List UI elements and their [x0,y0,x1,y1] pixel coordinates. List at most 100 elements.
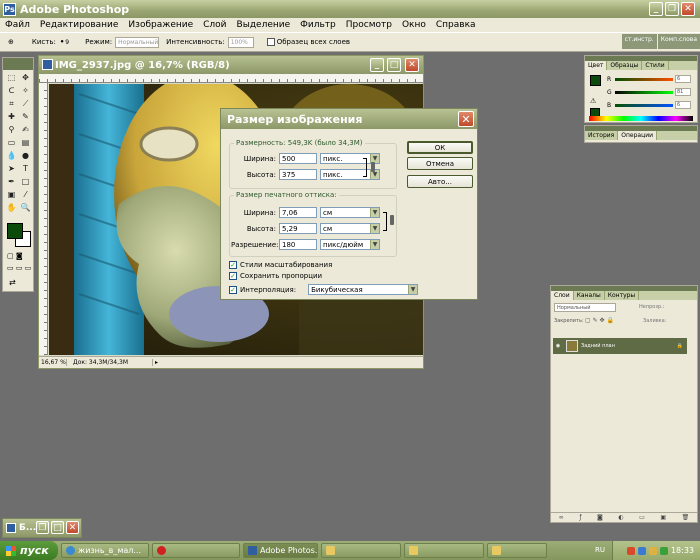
tab-actions[interactable]: Операции [618,131,657,140]
taskbar-item-photoshop[interactable]: Adobe Photos... [243,543,318,558]
clock[interactable]: 18:33 [671,546,694,555]
doc-height-input[interactable]: 5,29 [279,223,317,234]
doc-width-input[interactable]: 7,06 [279,207,317,218]
taskbar-item-folder-3[interactable] [487,543,547,558]
zoom-tool-icon[interactable]: 🔍 [19,202,32,214]
blue-slider[interactable] [615,103,673,107]
zoom-level[interactable]: 16,67 % [39,359,67,366]
menu-filter[interactable]: Фильтр [295,20,341,30]
screen-mode-icon[interactable]: ▭ ▭ ▭ [7,264,31,272]
healing-tool-icon[interactable]: ✚ [5,111,18,123]
auto-button[interactable]: Авто... [407,175,473,188]
minimize-icon[interactable]: _ [649,2,663,16]
tray-app-icon[interactable] [626,546,635,555]
intensity-input[interactable]: 100% [227,36,254,48]
style-icon[interactable]: ƒ [579,514,581,521]
tray-volume-icon[interactable] [648,546,657,555]
color-ramp[interactable] [589,116,693,121]
taskbar-item-folder-1[interactable] [321,543,401,558]
mode-select[interactable]: Нормальный [115,36,160,48]
menu-select[interactable]: Выделение [232,20,296,30]
tab-history[interactable]: История [585,131,619,140]
red-slider[interactable] [615,77,673,81]
gradient-tool-icon[interactable]: ▤ [19,137,32,149]
toolbox-header[interactable] [3,58,33,70]
doc-height-unit-select[interactable]: см ▼ [320,223,380,234]
document-maximize-icon[interactable]: □ [387,58,401,72]
constrain-proportions-checkbox[interactable]: ✓ [229,272,237,280]
resample-checkbox[interactable]: ✓ [229,285,237,294]
minimized-document[interactable]: Б... ❐ □ ✕ [2,518,82,538]
tab-swatches[interactable]: Образцы [607,61,643,70]
tab-color[interactable]: Цвет [585,61,608,70]
language-indicator[interactable]: RU [595,546,605,554]
menu-image[interactable]: Изображение [123,20,198,30]
foreground-color-swatch[interactable] [7,223,23,239]
tab-styles[interactable]: Стили [642,61,669,70]
pixel-height-input[interactable]: 375 [279,169,317,180]
eyedropper-tool-icon[interactable]: ⁄ [19,189,32,201]
new-layer-icon[interactable]: ▣ [660,514,666,521]
taskbar-item-opera[interactable] [152,543,240,558]
lasso-tool-icon[interactable]: ᑕ [5,85,18,97]
brush-preview-icon[interactable]: • [60,38,64,46]
mask-icon[interactable]: ◙ [597,514,603,521]
tab-channels[interactable]: Каналы [574,291,605,300]
quick-mask-icon[interactable]: ▢ ◙ [7,252,23,260]
scale-styles-checkbox[interactable]: ✓ [229,261,237,269]
sample-all-checkbox[interactable] [266,38,275,46]
notes-tool-icon[interactable]: ▣ [5,189,18,201]
jump-to-imageready-icon[interactable]: ⇄ [9,278,16,287]
tray-security-icon[interactable] [659,546,668,555]
tab-layers[interactable]: Слои [551,291,574,300]
lock-icons[interactable]: ▢ ✎ ✥ 🔒 [585,317,614,324]
doc-size[interactable]: Док: 34,3M/34,3M [67,359,153,366]
document-title-bar[interactable]: IMG_2937.jpg @ 16,7% (RGB/8) _ □ ✕ [39,56,423,74]
taskbar-item-browser[interactable]: жизнь_в_мал... [61,543,149,558]
document-minimize-icon[interactable]: _ [370,58,384,72]
menu-layer[interactable]: Слой [198,20,231,30]
tool-preset-icon[interactable]: ⊕ [8,38,14,46]
restore-icon[interactable]: ❐ [665,2,679,16]
group-icon[interactable]: ▭ [639,514,645,521]
history-brush-tool-icon[interactable]: ✍ [19,124,32,136]
dialog-title-bar[interactable]: Размер изображения ✕ [221,109,477,129]
pixel-width-input[interactable]: 500 [279,153,317,164]
menu-edit[interactable]: Редактирование [35,20,124,30]
color-foreground-swatch[interactable] [590,75,601,86]
tab-paths[interactable]: Контуры [605,291,640,300]
marquee-tool-icon[interactable]: ⬚ [5,72,18,84]
cancel-button[interactable]: Отмена [407,157,473,170]
menu-window[interactable]: Окно [397,20,431,30]
resolution-input[interactable]: 180 [279,239,317,250]
brush-size[interactable]: 9 [65,39,69,46]
dodge-tool-icon[interactable]: ● [19,150,32,162]
resolution-unit-select[interactable]: пикс/дюйм ▼ [320,239,380,250]
blue-value[interactable]: 6 [675,101,691,109]
pen-tool-icon[interactable]: ✒ [5,176,18,188]
crop-tool-icon[interactable]: ⌗ [5,98,18,110]
resample-method-select[interactable]: Бикубическая ▼ [308,284,419,295]
minimized-close-icon[interactable]: ✕ [66,521,79,534]
close-icon[interactable]: ✕ [681,2,695,16]
layers-footer-icons[interactable]: ∞ ƒ ◙ ◐ ▭ ▣ 🗑 [551,512,697,522]
menu-file[interactable]: Файл [0,20,35,30]
green-value[interactable]: 81 [675,88,691,96]
palette-well-tab[interactable]: Комп.слова [657,34,700,49]
shape-tool-icon[interactable]: □ [19,176,32,188]
trash-icon[interactable]: 🗑 [682,514,690,521]
doc-width-unit-select[interactable]: см ▼ [320,207,380,218]
document-close-icon[interactable]: ✕ [405,58,419,72]
minimized-maximize-icon[interactable]: □ [51,521,64,534]
clone-stamp-tool-icon[interactable]: ⚲ [5,124,18,136]
move-tool-icon[interactable]: ✥ [19,72,32,84]
start-button[interactable]: пуск [0,541,58,560]
green-slider[interactable] [615,90,673,94]
taskbar-item-folder-2[interactable] [404,543,484,558]
path-selection-tool-icon[interactable]: ➤ [5,163,18,175]
link-icon[interactable]: ∞ [559,514,564,521]
status-menu-icon[interactable]: ▸ [155,359,158,366]
dialog-close-icon[interactable]: ✕ [458,111,474,127]
blur-tool-icon[interactable]: 💧 [5,150,18,162]
brush-tool-icon[interactable]: ✎ [19,111,32,123]
